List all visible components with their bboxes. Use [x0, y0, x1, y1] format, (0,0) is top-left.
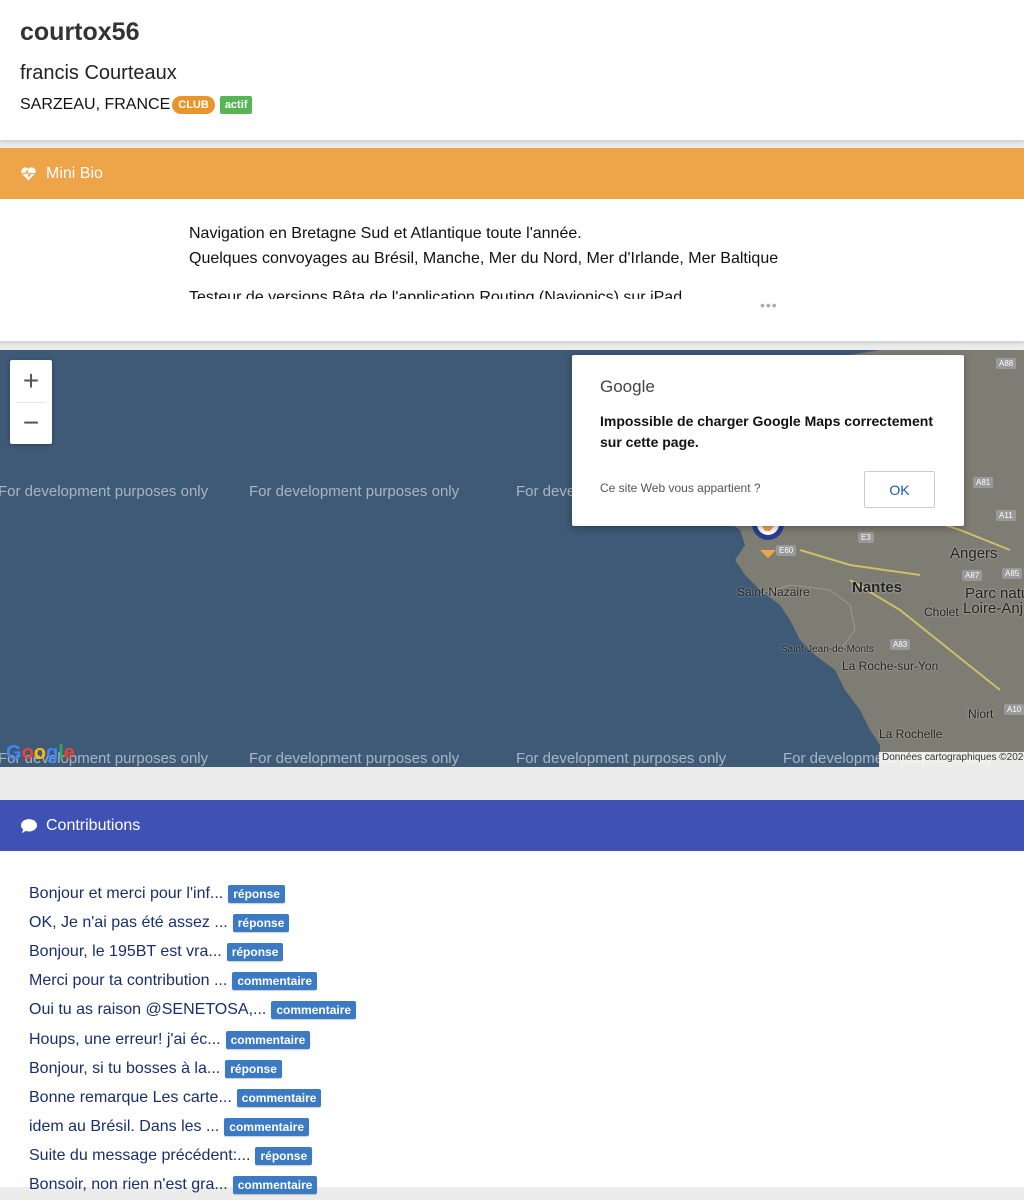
- mini-bio-body: Navigation en Bretagne Sud et Atlantique…: [0, 199, 1024, 341]
- club-badge: CLUB: [172, 96, 215, 114]
- place-label: Nantes: [852, 579, 903, 596]
- dialog-ok-button[interactable]: OK: [864, 471, 935, 508]
- contributions-title: Contributions: [46, 816, 141, 834]
- dialog-message: Impossible de charger Google Maps correc…: [600, 413, 933, 450]
- zoom-out-button[interactable]: −: [10, 402, 52, 444]
- google-logo: Google: [6, 742, 75, 764]
- contribution-item: Bonjour et merci pour l'inf... réponse: [29, 879, 356, 908]
- map-copyright[interactable]: Données cartographiques ©2020: [879, 752, 1024, 767]
- road-label: A10: [1004, 704, 1024, 715]
- contribution-type-badge: commentaire: [232, 972, 318, 991]
- contribution-link[interactable]: Bonjour, si tu bosses à la...: [29, 1060, 220, 1078]
- dev-watermark: For development purposes only: [0, 483, 209, 500]
- place-label: Loire-Anj: [963, 600, 1024, 617]
- contribution-type-badge: commentaire: [224, 1118, 309, 1137]
- contribution-type-badge: commentaire: [271, 1001, 357, 1020]
- road-label: E60: [776, 545, 797, 556]
- dialog-google-logo: Google: [600, 377, 655, 396]
- contribution-type-badge: réponse: [226, 942, 284, 961]
- dev-watermark: For development purposes only: [516, 750, 727, 767]
- contribution-link[interactable]: Suite du message précédent:...: [29, 1147, 250, 1165]
- mini-bio-title: Mini Bio: [46, 164, 103, 182]
- contribution-item: Houps, une erreur! j'ai éc... commentaire: [29, 1025, 356, 1054]
- read-more-button[interactable]: •••: [760, 297, 778, 313]
- zoom-in-button[interactable]: +: [10, 360, 52, 402]
- contribution-item: Merci pour ta contribution ... commentair…: [29, 967, 356, 996]
- contribution-type-badge: réponse: [228, 884, 285, 903]
- contribution-item: Bonsoir, non rien n'est gra... commentair…: [29, 1171, 356, 1200]
- map[interactable]: For development purposes only For develo…: [0, 350, 1024, 767]
- location: SARZEAU, FRANCE: [20, 96, 171, 113]
- dialog-site-owner-link[interactable]: Ce site Web vous appartient ?: [600, 481, 761, 495]
- contribution-item: Bonjour, le 195BT est vra... réponse: [29, 937, 356, 966]
- place-label: Niort: [968, 707, 994, 721]
- dev-watermark: For development purposes only: [249, 483, 460, 500]
- contribution-item: Bonjour, si tu bosses à la... réponse: [29, 1054, 356, 1083]
- road-label: A11: [996, 510, 1016, 521]
- dev-watermark: For development purposes only: [249, 750, 460, 767]
- place-label: Saint-Jean-de-Monts: [781, 644, 874, 655]
- heartbeat-icon: [21, 167, 36, 181]
- road-label: A87: [962, 570, 983, 581]
- road-label: A88: [996, 358, 1017, 369]
- full-name: francis Courteaux: [20, 62, 177, 84]
- bio-line: Testeur de versions Bêta de l'applicatio…: [189, 289, 683, 299]
- contribution-item: Suite du message précédent:... réponse: [29, 1142, 356, 1171]
- contributions-body: Bonjour et merci pour l'inf... réponse OK,…: [0, 851, 1024, 1195]
- contribution-item: OK, Je n'ai pas été assez ... réponse: [29, 908, 356, 937]
- contribution-item: idem au Brésil. Dans les ... commentaire: [29, 1113, 356, 1142]
- profile-card: courtox56 francis Courteaux SARZEAU, FRA…: [0, 0, 1024, 140]
- contribution-type-badge: commentaire: [236, 1088, 322, 1107]
- contribution-link[interactable]: Bonjour, le 195BT est vra...: [29, 943, 222, 961]
- contribution-link[interactable]: Bonjour et merci pour l'inf...: [29, 885, 223, 903]
- contributions-list: Bonjour et merci pour l'inf... réponse OK,…: [29, 879, 357, 1200]
- contribution-link[interactable]: Houps, une erreur! j'ai éc...: [29, 1031, 221, 1049]
- contribution-type-badge: réponse: [232, 913, 290, 932]
- contribution-link[interactable]: OK, Je n'ai pas été assez ...: [29, 914, 228, 932]
- contribution-type-badge: commentaire: [225, 1030, 311, 1049]
- username: courtox56: [20, 18, 140, 46]
- place-label: La Rochelle: [879, 727, 943, 741]
- place-label: Angers: [950, 545, 998, 562]
- contribution-type-badge: réponse: [255, 1147, 313, 1166]
- contribution-link[interactable]: Oui tu as raison @SENETOSA,...: [29, 1001, 266, 1019]
- place-label: Saint-Nazaire: [737, 585, 810, 599]
- bio-line: Quelques convoyages au Brésil, Manche, M…: [189, 250, 779, 267]
- contribution-item: Bonne remarque Les carte... commentaire: [29, 1083, 356, 1112]
- place-label: La Roche-sur-Yon: [842, 659, 939, 673]
- contribution-item: Oui tu as raison @SENETOSA,... commentair…: [29, 996, 357, 1025]
- contribution-link[interactable]: Bonsoir, non rien n'est gra...: [29, 1176, 228, 1194]
- zoom-control: + −: [10, 360, 52, 444]
- contribution-type-badge: commentaire: [232, 1176, 318, 1195]
- contribution-link[interactable]: idem au Brésil. Dans les ...: [29, 1118, 219, 1136]
- contribution-type-badge: réponse: [225, 1059, 282, 1078]
- status-badge: actif: [219, 96, 253, 114]
- maps-error-dialog: Google Impossible de charger Google Maps…: [572, 355, 964, 526]
- mini-bio-header: Mini Bio: [0, 148, 1024, 199]
- bio-text: Navigation en Bretagne Sud et Atlantique…: [189, 221, 889, 299]
- contribution-link[interactable]: Merci pour ta contribution ...: [29, 972, 227, 990]
- place-label: Cholet: [924, 605, 959, 619]
- road-label: A83: [890, 639, 911, 650]
- contribution-link[interactable]: Bonne remarque Les carte...: [29, 1089, 232, 1107]
- chat-bubble-icon: [21, 818, 37, 833]
- road-label: A85: [1002, 568, 1023, 579]
- location-row: SARZEAU, FRANCE CLUB actif: [20, 96, 253, 114]
- road-label: A81: [973, 477, 994, 488]
- road-label: E3: [858, 532, 874, 543]
- bio-line: Navigation en Bretagne Sud et Atlantique…: [189, 225, 582, 242]
- contributions-header: Contributions: [0, 800, 1024, 851]
